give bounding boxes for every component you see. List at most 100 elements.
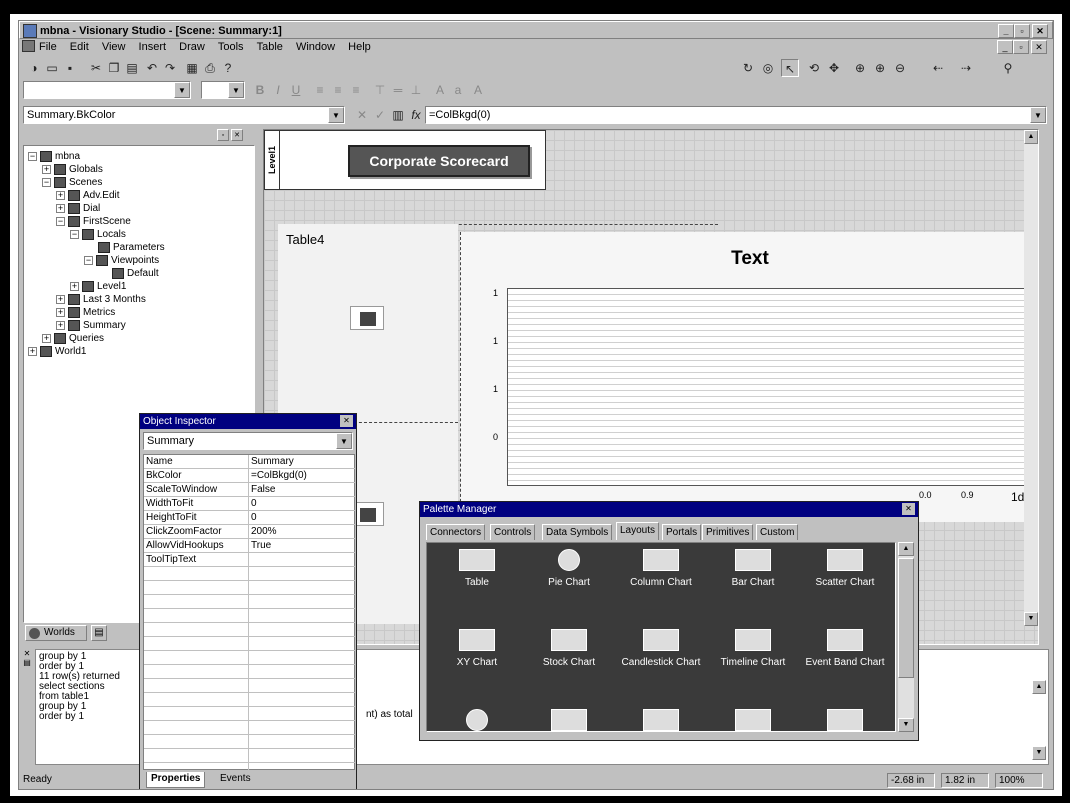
menu-window[interactable]: Window: [296, 39, 335, 55]
pointer-icon[interactable]: ↖: [781, 59, 799, 77]
property-row[interactable]: HeightToFit 0: [144, 511, 356, 525]
save-icon[interactable]: ▪: [61, 59, 79, 77]
pan-icon[interactable]: ✥: [825, 59, 843, 77]
property-row[interactable]: [144, 693, 356, 707]
tree-item[interactable]: − Locals: [70, 228, 126, 241]
tab-layouts[interactable]: Layouts: [616, 522, 660, 540]
tab-primitives[interactable]: Primitives: [702, 524, 754, 540]
cut-icon[interactable]: ✂: [87, 59, 105, 77]
doc-restore-button[interactable]: ▫: [1013, 40, 1029, 54]
tree-item[interactable]: + Last 3 Months: [56, 293, 146, 306]
close-icon[interactable]: ✕: [1032, 24, 1048, 38]
scroll-up-icon[interactable]: ▲: [898, 542, 914, 556]
property-row[interactable]: [144, 609, 356, 623]
valign-middle-icon[interactable]: ═: [389, 81, 407, 99]
tree-item[interactable]: − FirstScene: [56, 215, 131, 228]
property-row[interactable]: [144, 581, 356, 595]
palette-item-event-band-chart[interactable]: Event Band Chart: [799, 625, 891, 705]
property-row[interactable]: WidthToFit 0: [144, 497, 356, 511]
menu-tools[interactable]: Tools: [218, 39, 244, 55]
zoom-window-icon[interactable]: ⊕: [851, 59, 869, 77]
italic-icon[interactable]: I: [269, 81, 287, 99]
property-row[interactable]: ScaleToWindow False: [144, 483, 356, 497]
tree-item[interactable]: − Scenes: [42, 176, 102, 189]
tree-item[interactable]: + Level1: [70, 280, 126, 293]
property-row[interactable]: Name Summary: [144, 455, 356, 469]
rotate-icon[interactable]: ↻: [739, 59, 757, 77]
font-grow-icon[interactable]: A: [431, 81, 449, 99]
property-row[interactable]: [144, 567, 356, 581]
tree-item[interactable]: + Queries: [42, 332, 104, 345]
palette-item-table[interactable]: Table: [431, 545, 523, 625]
property-row[interactable]: [144, 623, 356, 637]
doc-minimize-button[interactable]: _: [997, 40, 1013, 54]
zoom-out-icon[interactable]: ⊖: [891, 59, 909, 77]
valign-top-icon[interactable]: ⊤: [371, 81, 389, 99]
scroll-up-icon[interactable]: ▲: [1032, 680, 1046, 694]
formula-input[interactable]: =ColBkgd(0) ▼: [425, 106, 1047, 124]
property-row[interactable]: [144, 665, 356, 679]
paste-icon[interactable]: ▤: [123, 59, 141, 77]
menu-edit[interactable]: Edit: [70, 39, 89, 55]
palette-item-scatter-chart[interactable]: Scatter Chart: [799, 545, 891, 625]
tree-item[interactable]: Parameters: [98, 241, 165, 254]
minimize-button[interactable]: _: [998, 24, 1014, 38]
font-name-select[interactable]: ▼: [23, 81, 191, 99]
chart-block[interactable]: Text 1 1 1 0 0.0 0.9 1d: [460, 232, 1038, 522]
worlds-tab[interactable]: Worlds: [25, 625, 87, 641]
files-tab[interactable]: ▤: [91, 625, 107, 641]
zoom-in-icon[interactable]: ⊕: [871, 59, 889, 77]
property-row[interactable]: [144, 651, 356, 665]
menu-view[interactable]: View: [102, 39, 126, 55]
menu-table[interactable]: Table: [257, 39, 283, 55]
menu-file[interactable]: File: [39, 39, 57, 55]
maximize-button[interactable]: ▫: [1014, 24, 1030, 38]
property-row[interactable]: [144, 595, 356, 609]
redo-icon[interactable]: ↷: [161, 59, 179, 77]
panel-close-icon[interactable]: ✕: [231, 129, 243, 141]
close-icon[interactable]: ✕: [902, 503, 915, 515]
palette-item-candlestick-chart[interactable]: Candlestick Chart: [615, 625, 707, 705]
palette-item-pie-chart[interactable]: Pie Chart: [523, 545, 615, 625]
tab-custom[interactable]: Custom: [756, 524, 799, 540]
function-icon[interactable]: fx: [407, 106, 425, 124]
panel-restore-button[interactable]: ▫: [217, 129, 229, 141]
tab-events[interactable]: Events: [216, 772, 255, 788]
function-list-icon[interactable]: ▥: [389, 106, 407, 124]
tree-item[interactable]: + Globals: [42, 163, 103, 176]
property-row[interactable]: BkColor =ColBkgd(0): [144, 469, 356, 483]
copy-icon[interactable]: ❐: [105, 59, 123, 77]
forward-icon[interactable]: ⇢: [957, 59, 975, 77]
property-row[interactable]: ClickZoomFactor 200%: [144, 525, 356, 539]
palette-item[interactable]: [615, 705, 707, 731]
help-pointer-icon[interactable]: ?: [219, 59, 237, 77]
bold-icon[interactable]: B: [251, 81, 269, 99]
menu-draw[interactable]: Draw: [179, 39, 205, 55]
tree-item[interactable]: Default: [112, 267, 159, 280]
palette-item[interactable]: [431, 705, 523, 731]
target-icon[interactable]: ◎: [759, 59, 777, 77]
font-shrink-icon[interactable]: a: [449, 81, 467, 99]
tab-controls[interactable]: Controls: [490, 524, 536, 540]
valign-bottom-icon[interactable]: ⊥: [407, 81, 425, 99]
tree-item[interactable]: + Dial: [56, 202, 100, 215]
palette-item[interactable]: [523, 705, 615, 731]
level-tab[interactable]: Level1: [264, 130, 280, 190]
scroll-down-icon[interactable]: ▼: [1024, 612, 1038, 626]
print-icon[interactable]: ⎙: [201, 59, 219, 77]
palette-item-bar-chart[interactable]: Bar Chart: [707, 545, 799, 625]
font-size-select[interactable]: ▼: [201, 81, 245, 99]
back-icon[interactable]: ⇠: [929, 59, 947, 77]
palette-item[interactable]: [799, 705, 891, 731]
tree-item[interactable]: + Adv.Edit: [56, 189, 120, 202]
palette-item-timeline-chart[interactable]: Timeline Chart: [707, 625, 799, 705]
property-row[interactable]: [144, 735, 356, 749]
property-row[interactable]: AllowVidHookups True: [144, 539, 356, 553]
property-row[interactable]: [144, 637, 356, 651]
tree-item[interactable]: + Metrics: [56, 306, 115, 319]
scroll-down-icon[interactable]: ▼: [898, 718, 914, 732]
property-row[interactable]: ToolTipText: [144, 553, 356, 567]
property-row[interactable]: [144, 721, 356, 735]
accept-icon[interactable]: ✓: [371, 106, 389, 124]
layout-icon[interactable]: ▦: [183, 59, 201, 77]
